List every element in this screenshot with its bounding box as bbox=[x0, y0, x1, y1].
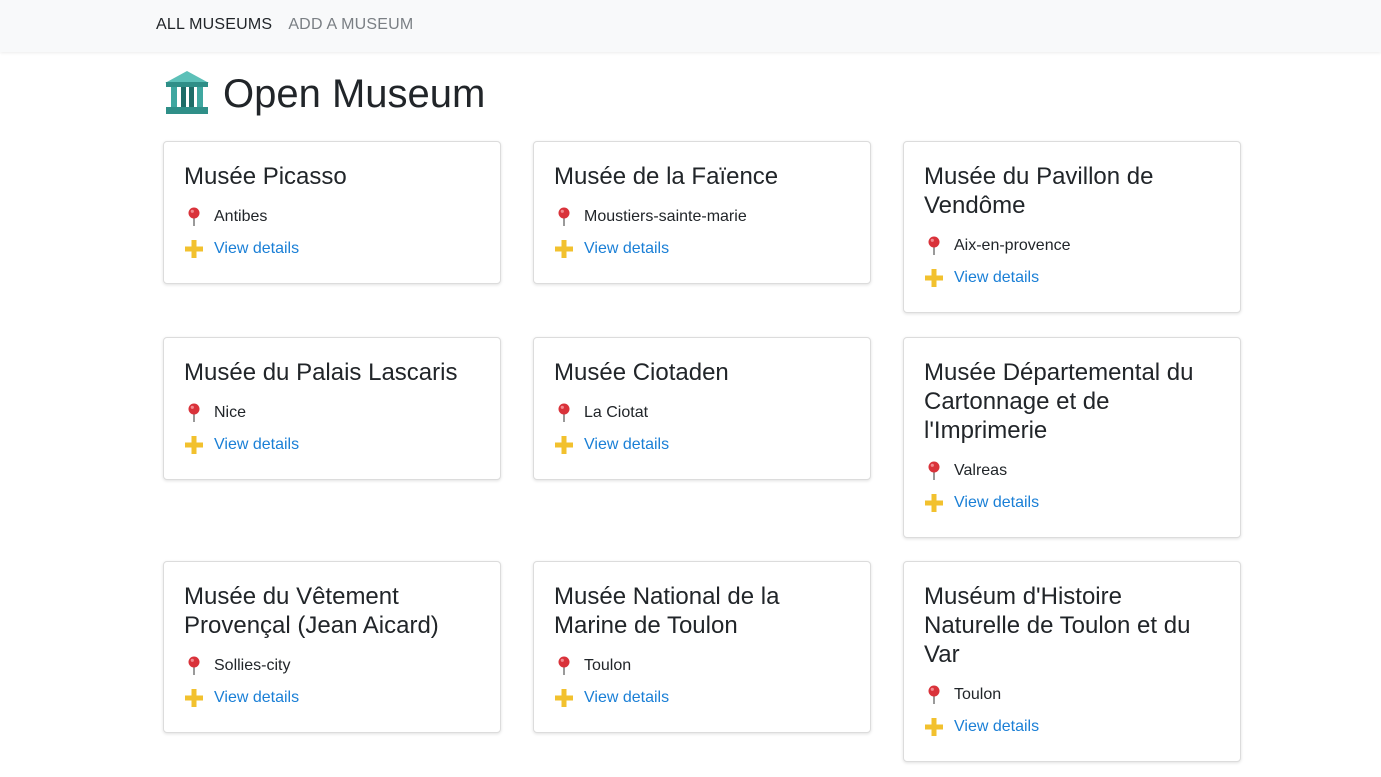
nav-links: ALL MUSEUMS ADD A MUSEUM bbox=[156, 16, 413, 34]
details-row: View details bbox=[184, 686, 480, 710]
location-row: Sollies-city bbox=[184, 654, 480, 678]
museum-name: Musée Ciotaden bbox=[554, 359, 729, 386]
museum-city: Aix-en-provence bbox=[954, 237, 1071, 254]
museum-card: Musée du Pavillon de Vendôme Aix-en-prove… bbox=[903, 141, 1241, 313]
museum-city: Moustiers-sainte-marie bbox=[584, 208, 747, 225]
museum-city: Toulon bbox=[584, 657, 632, 674]
museum-name: Musée Picasso bbox=[184, 163, 347, 190]
museum-card: Musée Picasso Antibes View details bbox=[163, 141, 501, 284]
museum-card: Musée du Palais Lascaris Nice View details bbox=[163, 337, 501, 480]
view-details-link[interactable]: View details bbox=[214, 436, 299, 454]
museum-city: Nice bbox=[214, 404, 247, 421]
museum-card: Musée Ciotaden La Ciotat View details bbox=[533, 337, 871, 480]
plus-icon bbox=[184, 435, 204, 455]
museum-city: La Ciotat bbox=[584, 404, 649, 421]
location-row: Nice bbox=[184, 401, 480, 425]
museum-card: Musée du Vêtement Provençal (Jean Aicard… bbox=[163, 561, 501, 733]
museum-name: Musée National de la Marine de Toulon bbox=[554, 583, 780, 639]
round-pushpin-icon bbox=[924, 685, 944, 705]
location-row: Valreas bbox=[924, 459, 1220, 483]
details-row: View details bbox=[924, 491, 1220, 515]
plus-icon bbox=[554, 435, 574, 455]
view-details-link[interactable]: View details bbox=[584, 240, 669, 258]
top-navbar: ALL MUSEUMS ADD A MUSEUM bbox=[0, 0, 1381, 52]
museum-name: Musée du Vêtement Provençal (Jean Aicard… bbox=[184, 583, 439, 639]
plus-icon bbox=[184, 239, 204, 259]
details-row: View details bbox=[184, 433, 480, 457]
round-pushpin-icon bbox=[184, 403, 204, 423]
museum-name: Musée de la Faïence bbox=[554, 163, 779, 190]
location-row: Antibes bbox=[184, 205, 480, 229]
museum-card: Musée de la Faïence Moustiers-sainte-mari… bbox=[533, 141, 871, 284]
location-row: Aix-en-provence bbox=[924, 234, 1220, 258]
nav-add-museum[interactable]: ADD A MUSEUM bbox=[288, 16, 413, 34]
round-pushpin-icon bbox=[554, 207, 574, 227]
plus-icon bbox=[184, 688, 204, 708]
page-header: Open Museum bbox=[163, 69, 485, 120]
museum-city: Valreas bbox=[954, 462, 1008, 479]
location-row: La Ciotat bbox=[554, 401, 850, 425]
view-details-link[interactable]: View details bbox=[584, 689, 669, 707]
round-pushpin-icon bbox=[924, 236, 944, 256]
view-details-link[interactable]: View details bbox=[584, 436, 669, 454]
museum-city: Sollies-city bbox=[214, 657, 291, 674]
round-pushpin-icon bbox=[184, 656, 204, 676]
location-row: Toulon bbox=[924, 683, 1220, 707]
details-row: View details bbox=[924, 266, 1220, 290]
museum-icon bbox=[163, 69, 211, 120]
details-row: View details bbox=[554, 686, 850, 710]
details-row: View details bbox=[554, 433, 850, 457]
museum-city: Antibes bbox=[214, 208, 268, 225]
round-pushpin-icon bbox=[924, 461, 944, 481]
view-details-link[interactable]: View details bbox=[214, 689, 299, 707]
round-pushpin-icon bbox=[554, 656, 574, 676]
view-details-link[interactable]: View details bbox=[954, 269, 1039, 287]
details-row: View details bbox=[554, 237, 850, 261]
museum-name: Musée Départemental du Cartonnage et de … bbox=[924, 359, 1194, 444]
view-details-link[interactable]: View details bbox=[214, 240, 299, 258]
round-pushpin-icon bbox=[554, 403, 574, 423]
view-details-link[interactable]: View details bbox=[954, 494, 1039, 512]
museum-city: Toulon bbox=[954, 686, 1002, 703]
museum-card: Musée Départemental du Cartonnage et de … bbox=[903, 337, 1241, 538]
plus-icon bbox=[924, 717, 944, 737]
plus-icon bbox=[554, 688, 574, 708]
museum-card: Musée National de la Marine de Toulon Tou… bbox=[533, 561, 871, 733]
plus-icon bbox=[924, 493, 944, 513]
view-details-link[interactable]: View details bbox=[954, 718, 1039, 736]
page-title: Open Museum bbox=[223, 72, 486, 116]
location-row: Toulon bbox=[554, 654, 850, 678]
museum-name: Muséum d'Histoire Naturelle de Toulon et… bbox=[924, 583, 1191, 668]
plus-icon bbox=[554, 239, 574, 259]
round-pushpin-icon bbox=[184, 207, 204, 227]
details-row: View details bbox=[924, 715, 1220, 739]
details-row: View details bbox=[184, 237, 480, 261]
nav-all-museums[interactable]: ALL MUSEUMS bbox=[156, 16, 272, 34]
museum-name: Musée du Pavillon de Vendôme bbox=[924, 163, 1154, 219]
location-row: Moustiers-sainte-marie bbox=[554, 205, 850, 229]
museum-card: Muséum d'Histoire Naturelle de Toulon et… bbox=[903, 561, 1241, 762]
plus-icon bbox=[924, 268, 944, 288]
museum-name: Musée du Palais Lascaris bbox=[184, 359, 458, 386]
